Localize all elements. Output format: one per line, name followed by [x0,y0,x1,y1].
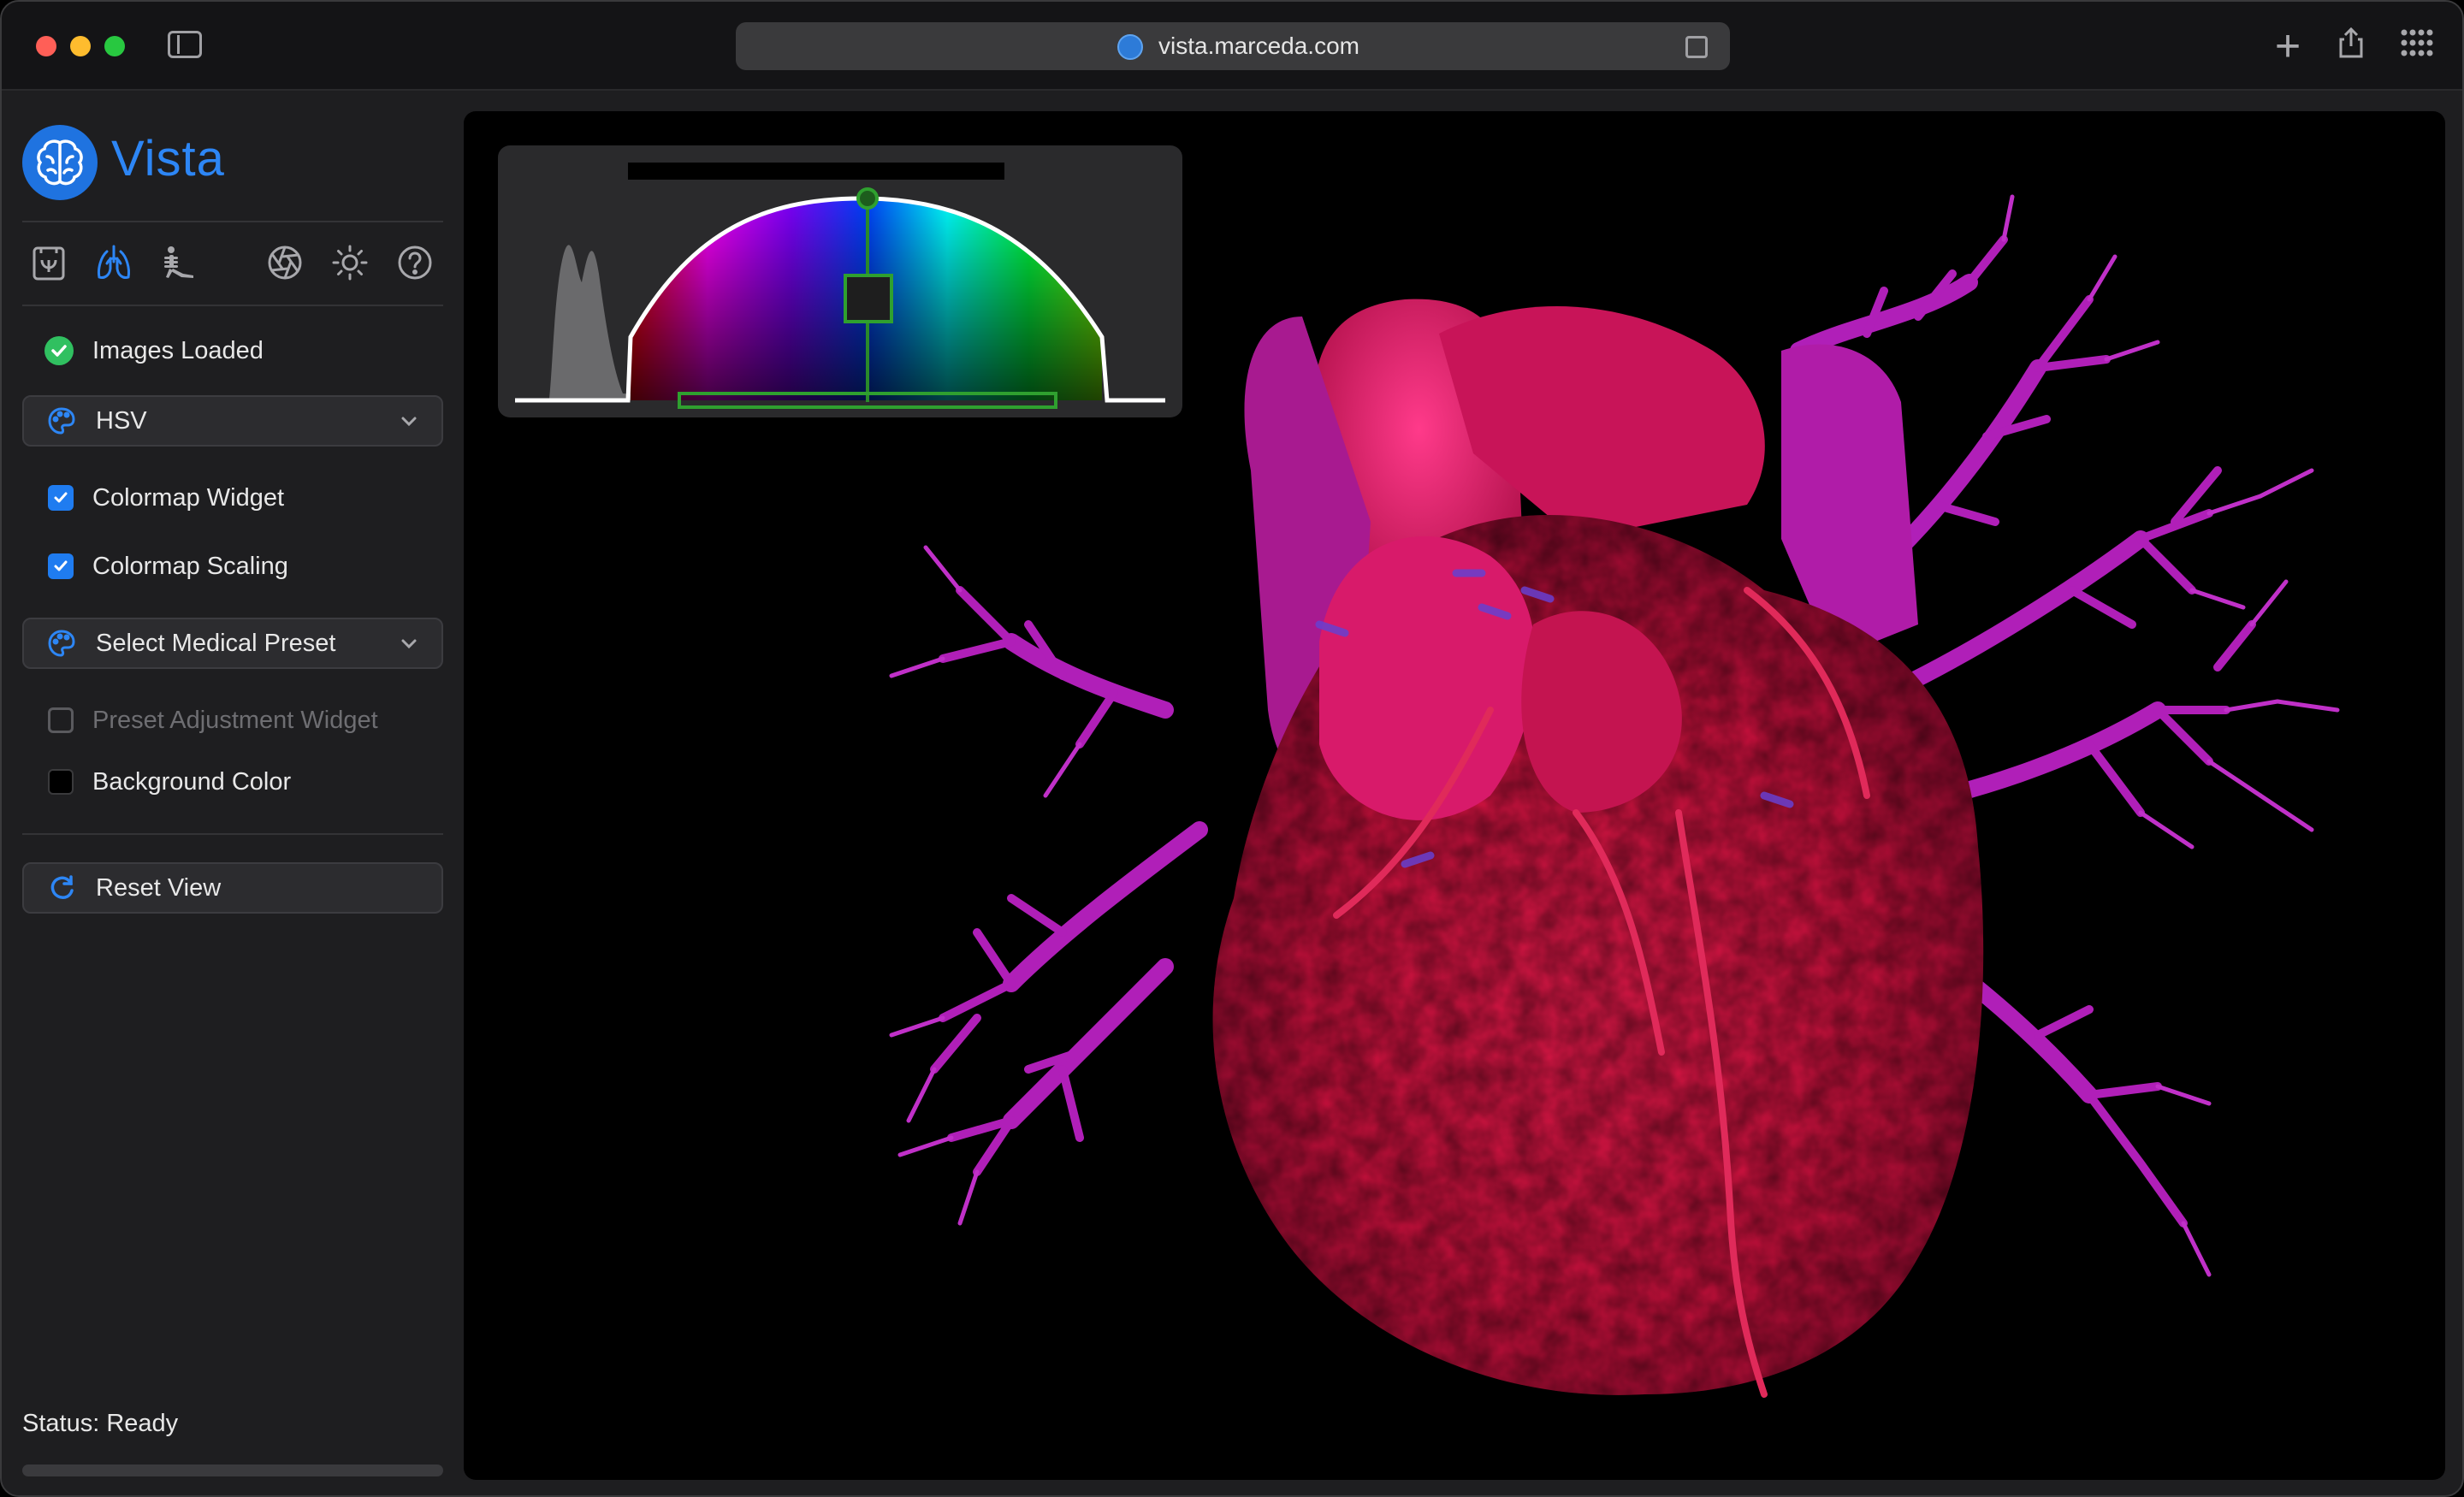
background-color-label: Background Color [92,767,292,796]
colormap-scaling-label: Colormap Scaling [92,552,288,580]
sidebar-toggle-icon[interactable] [168,31,202,58]
brightness-icon[interactable] [330,243,370,282]
palette-icon [48,630,75,657]
background-color-option[interactable]: Background Color [22,758,443,806]
reader-mode-icon[interactable] [1685,36,1708,58]
colormap-scaling-checkbox[interactable] [48,553,74,579]
chevron-down-icon [401,417,417,427]
colormap-range-bar[interactable] [628,163,1004,180]
sidebar: Vista Images Loaded HSV Colormap Widget … [2,92,464,1495]
skeleton-icon[interactable] [159,243,198,282]
lungs-icon[interactable] [94,243,133,282]
close-window-button[interactable] [36,36,56,56]
divider [22,221,443,222]
colormap-select-value: HSV [96,406,147,435]
share-icon[interactable] [2331,26,2372,67]
brain-logo-icon [22,125,98,200]
new-tab-icon[interactable]: + [2267,24,2308,68]
medical-preset-select[interactable]: Select Medical Preset [22,618,443,669]
aperture-icon[interactable] [265,243,305,282]
reset-view-label: Reset View [96,873,222,902]
site-favicon-icon [1117,34,1143,60]
palette-icon [48,407,75,435]
minimize-window-button[interactable] [70,36,91,56]
colormap-widget-option[interactable]: Colormap Widget [22,474,443,522]
status-text: Status: Ready [22,1410,179,1437]
background-color-swatch[interactable] [48,769,74,795]
volume-viewport[interactable] [464,111,2445,1480]
images-loaded-status: Images Loaded [22,327,443,375]
center-handle[interactable] [844,274,893,323]
tab-overview-icon[interactable] [2396,26,2437,67]
progress-bar [22,1464,443,1476]
images-loaded-label: Images Loaded [92,336,264,364]
medical-preset-select-value: Select Medical Preset [96,629,336,657]
check-circle-icon [44,336,74,365]
preset-adjustment-label: Preset Adjustment Widget [92,706,378,734]
colormap-widget-label: Colormap Widget [92,483,285,512]
browser-window: vista.marceda.com + Vista Images Loaded … [0,0,2464,1497]
zoom-window-button[interactable] [104,36,125,56]
reset-view-button[interactable]: Reset View [22,862,443,914]
peak-handle[interactable] [856,187,879,210]
volume-icon[interactable] [29,243,68,282]
divider [22,305,443,306]
colormap-scaling-option[interactable]: Colormap Scaling [22,542,443,590]
colormap-widget[interactable] [498,145,1182,417]
preset-adjustment-checkbox[interactable] [48,707,74,733]
browser-titlebar: vista.marceda.com + [2,2,2462,91]
app-title: Vista [111,131,225,186]
divider [22,833,443,835]
url-text: vista.marceda.com [1158,33,1359,59]
address-bar[interactable]: vista.marceda.com [736,22,1730,70]
colormap-select[interactable]: HSV [22,395,443,447]
refresh-icon [50,875,74,899]
preset-adjustment-option[interactable]: Preset Adjustment Widget [22,696,443,744]
chevron-down-icon [401,639,417,649]
help-icon[interactable] [395,243,435,282]
colormap-widget-checkbox[interactable] [48,485,74,511]
